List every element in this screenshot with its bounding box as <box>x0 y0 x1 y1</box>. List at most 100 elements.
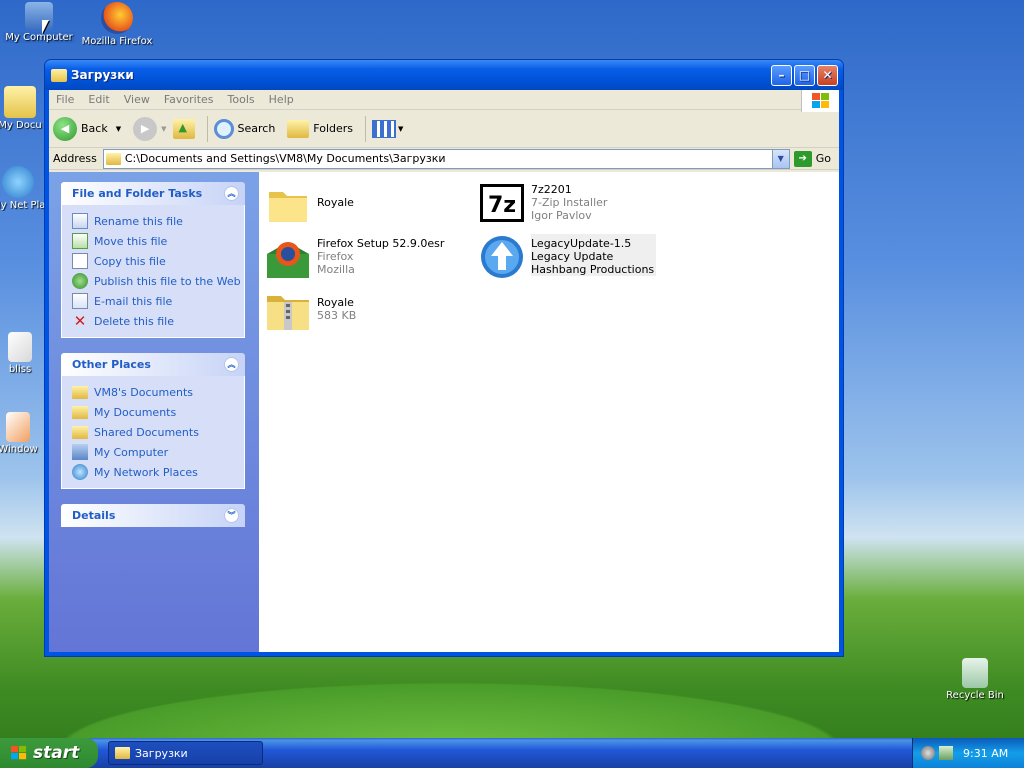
file-item-firefox-setup[interactable]: Firefox Setup 52.9.0esr Firefox Mozilla <box>265 234 475 280</box>
collapse-chevron-icon[interactable]: ︽ <box>224 357 239 372</box>
place-label: Shared Documents <box>94 425 199 439</box>
toolbar: ◀ Back ▼ ▶ ▼ ▲ Search Folders ▼ <box>49 110 839 148</box>
network-icon <box>2 166 34 198</box>
folder-icon <box>51 68 67 82</box>
desktop-icon-my-computer[interactable]: My Computer <box>0 2 78 43</box>
panel-header[interactable]: Other Places ︽ <box>61 353 245 376</box>
title-bar[interactable]: Загрузки – □ ✕ <box>45 60 843 90</box>
firefox-setup-icon <box>267 242 309 278</box>
7zip-icon: 7z <box>480 184 524 222</box>
views-icon <box>372 119 397 138</box>
content-area: File and Folder Tasks ︽ Rename this file… <box>49 172 839 652</box>
move-icon <box>72 233 88 249</box>
task-rename[interactable]: Rename this file <box>72 211 244 231</box>
desktop-icon-my-documents[interactable]: My Docu <box>0 86 50 131</box>
file-description: Firefox <box>317 250 354 263</box>
back-button[interactable]: ◀ Back ▼ <box>53 116 121 141</box>
panel-body: VM8's Documents My Documents Shared Docu… <box>61 376 245 489</box>
menu-help[interactable]: Help <box>262 93 301 106</box>
task-label: Publish this file to the Web <box>94 274 241 288</box>
task-copy[interactable]: Copy this file <box>72 251 244 271</box>
place-shared-documents[interactable]: Shared Documents <box>72 422 244 442</box>
search-button[interactable]: Search <box>213 118 276 139</box>
task-publish[interactable]: Publish this file to the Web <box>72 271 244 291</box>
security-shield-icon[interactable] <box>921 746 935 760</box>
windows-logo-icon <box>801 90 839 112</box>
recycle-bin-icon <box>962 658 988 688</box>
task-move[interactable]: Move this file <box>72 231 244 251</box>
address-input[interactable]: C:\Documents and Settings\VM8\My Documen… <box>102 148 790 169</box>
system-tray: 9:31 AM <box>912 738 1024 768</box>
taskbar: start Загрузки 9:31 AM <box>0 738 1024 768</box>
desktop-icon-my-network-places[interactable]: My Net Place <box>0 166 46 211</box>
panel-title: Details <box>72 509 116 522</box>
file-item-royale-folder[interactable]: Royale <box>265 182 475 228</box>
menu-file[interactable]: File <box>49 93 81 106</box>
menu-tools[interactable]: Tools <box>221 93 262 106</box>
forward-button[interactable]: ▶ ▼ <box>133 116 167 141</box>
rename-icon <box>72 213 88 229</box>
expand-chevron-icon[interactable]: ︾ <box>224 508 239 523</box>
up-folder-icon: ▲ <box>172 118 195 139</box>
folder-icon <box>72 385 88 399</box>
search-label: Search <box>237 122 276 135</box>
toolbar-separator <box>365 115 367 142</box>
panel-title: Other Places <box>72 358 151 371</box>
clock[interactable]: 9:31 AM <box>963 747 1008 760</box>
menu-view[interactable]: View <box>117 93 157 106</box>
taskbar-window-label: Загрузки <box>135 746 188 760</box>
desktop-icon-recycle-bin[interactable]: Recycle Bin <box>936 658 1014 701</box>
task-email[interactable]: E-mail this file <box>72 291 244 311</box>
file-item-royale-zip[interactable]: Royale 583 KB <box>265 288 475 334</box>
folders-button[interactable]: Folders <box>287 119 353 138</box>
file-company: Mozilla <box>317 263 355 276</box>
place-my-computer[interactable]: My Computer <box>72 442 244 462</box>
folder-icon <box>72 405 88 419</box>
file-item-7z2201[interactable]: 7z 7z2201 7-Zip Installer Igor Pavlov <box>479 180 689 226</box>
close-button[interactable]: ✕ <box>817 64 838 86</box>
desktop-icon-firefox[interactable]: Mozilla Firefox <box>78 2 156 47</box>
panel-header[interactable]: File and Folder Tasks ︽ <box>61 182 245 205</box>
menu-favorites[interactable]: Favorites <box>157 93 221 106</box>
computer-icon <box>72 444 88 460</box>
mouse-cursor-icon <box>42 20 49 34</box>
place-vm8-documents[interactable]: VM8's Documents <box>72 382 244 402</box>
address-label: Address <box>53 152 97 165</box>
collapse-chevron-icon[interactable]: ︽ <box>224 186 239 201</box>
minimize-button[interactable]: – <box>771 64 792 86</box>
file-name: Firefox Setup 52.9.0esr <box>317 237 445 250</box>
place-my-documents[interactable]: My Documents <box>72 402 244 422</box>
folder-icon <box>105 152 121 165</box>
file-item-legacyupdate[interactable]: LegacyUpdate-1.5 Legacy Update Hashbang Pr… <box>479 234 689 280</box>
maximize-button[interactable]: □ <box>794 64 815 86</box>
desktop-icon-bliss[interactable]: bliss <box>0 332 50 375</box>
window-body: File Edit View Favorites Tools Help ◀ Ba… <box>49 90 839 652</box>
forward-arrow-icon: ▶ <box>133 116 158 141</box>
folder-icon <box>72 425 88 439</box>
panel-header[interactable]: Details ︾ <box>61 504 245 527</box>
documents-icon <box>4 86 36 118</box>
task-label: Move this file <box>94 234 168 248</box>
address-dropdown-icon[interactable]: ▼ <box>771 149 789 168</box>
file-company: Igor Pavlov <box>531 209 592 222</box>
network-tray-icon[interactable] <box>939 746 953 760</box>
file-folder-tasks-panel: File and Folder Tasks ︽ Rename this file… <box>61 182 245 338</box>
up-folder-button[interactable]: ▲ <box>172 118 195 139</box>
file-description: Legacy Update <box>531 250 614 263</box>
taskbar-window-button[interactable]: Загрузки <box>108 741 263 765</box>
go-button[interactable]: ➔ Go <box>793 150 831 167</box>
back-dropdown-icon[interactable]: ▼ <box>116 125 121 133</box>
place-my-network-places[interactable]: My Network Places <box>72 462 244 482</box>
panel-body: Rename this file Move this file Copy thi… <box>61 205 245 338</box>
start-button[interactable]: start <box>0 738 98 768</box>
menu-edit[interactable]: Edit <box>81 93 116 106</box>
task-label: Delete this file <box>94 314 174 328</box>
views-button[interactable]: ▼ <box>372 119 403 138</box>
file-name: LegacyUpdate-1.5 <box>531 237 632 250</box>
task-delete[interactable]: ✕ Delete this file <box>72 311 244 331</box>
zip-folder-icon <box>267 296 309 330</box>
file-name: Royale <box>317 296 354 309</box>
forward-dropdown-icon[interactable]: ▼ <box>161 125 166 133</box>
desktop-icon-windows[interactable]: Window <box>0 412 46 455</box>
search-icon <box>213 118 234 139</box>
